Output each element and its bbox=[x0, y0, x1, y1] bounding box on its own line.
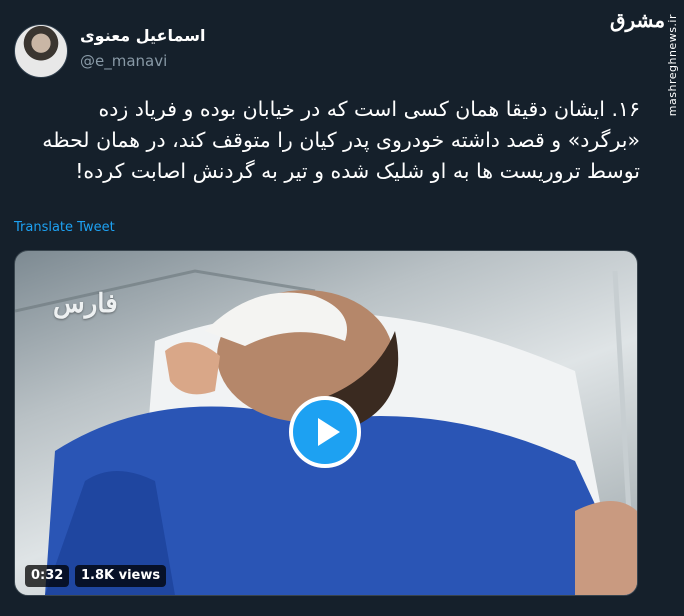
play-button[interactable] bbox=[289, 396, 361, 468]
video-player[interactable]: فارس 0:32 1.8K views bbox=[14, 250, 638, 596]
avatar[interactable] bbox=[14, 24, 68, 78]
fars-news-logo: فارس bbox=[53, 289, 118, 319]
author-handle[interactable]: @e_manavi bbox=[80, 52, 167, 70]
watermark-logo: مشرق bbox=[610, 8, 666, 32]
video-duration: 0:32 bbox=[25, 565, 70, 587]
tweet-text: ۱۶. ایشان دقیقا همان کسی است که در خیابا… bbox=[42, 97, 640, 183]
watermark-url: mashreghnews.ir bbox=[666, 14, 679, 117]
author-name[interactable]: اسماعیل معنوی bbox=[80, 26, 205, 45]
play-icon bbox=[318, 418, 340, 446]
video-views: 1.8K views bbox=[75, 565, 167, 587]
translate-tweet-link[interactable]: Translate Tweet bbox=[14, 220, 115, 235]
tweet-card: اسماعیل معنوی @e_manavi مشرق mashreghnew… bbox=[0, 0, 684, 616]
